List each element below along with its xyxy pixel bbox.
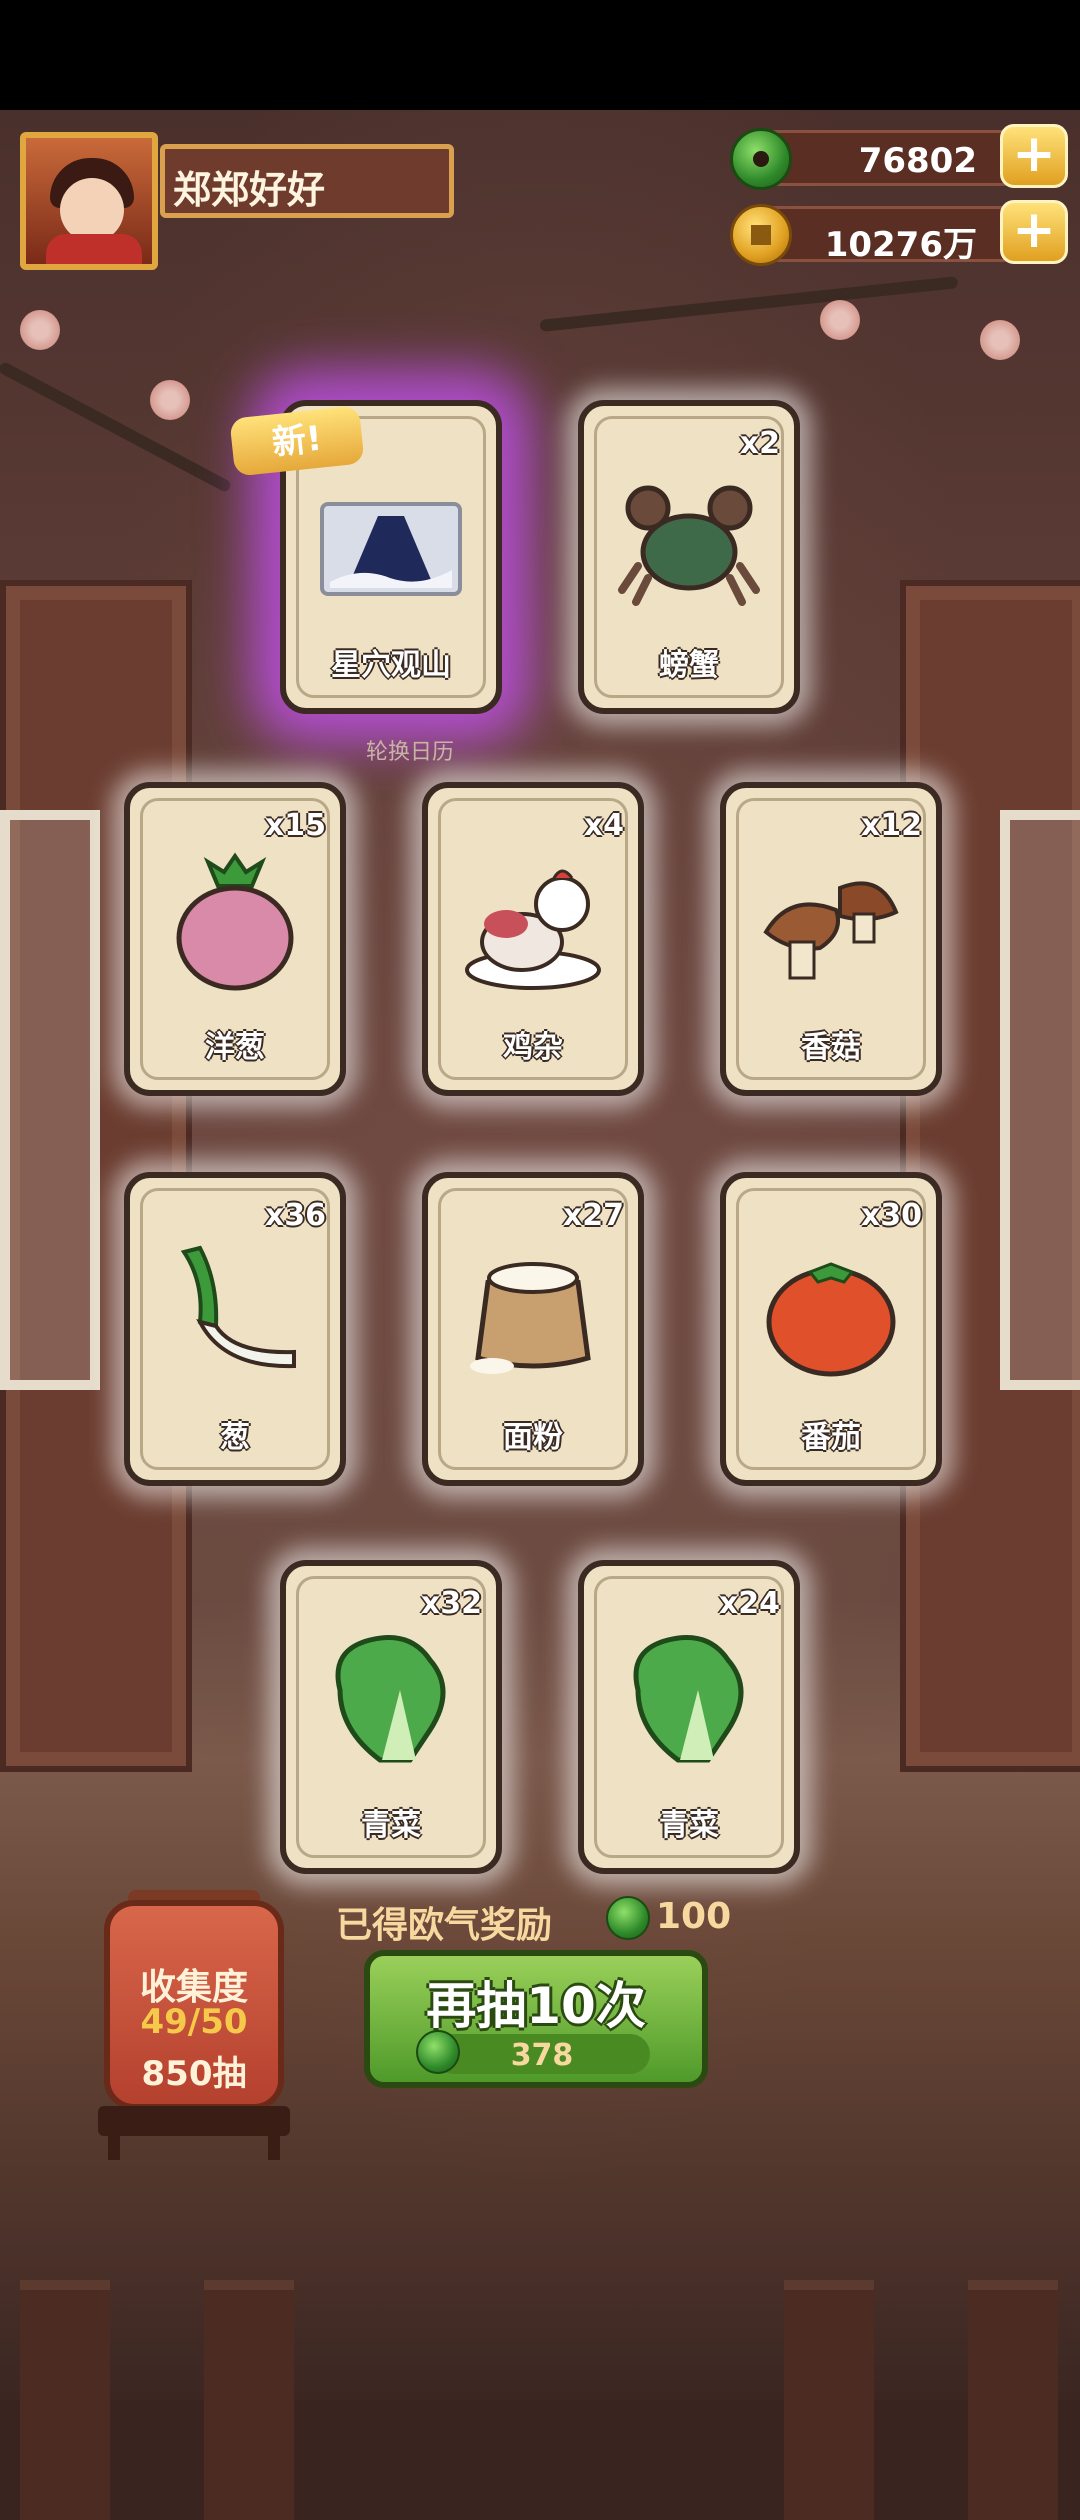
card-count: x12 — [860, 808, 922, 843]
rotation-calendar-caption: 轮换日历 — [365, 740, 454, 765]
card-label: 葱 — [220, 1420, 250, 1455]
lantern-leg — [268, 2136, 280, 2160]
status-bar — [0, 0, 1080, 110]
card-青菜-2[interactable]: x24 青菜 — [578, 1560, 800, 1874]
blossom — [980, 320, 1020, 360]
player-name-plate[interactable]: 郑郑好好 — [160, 144, 454, 218]
card-count: x30 — [860, 1198, 922, 1233]
onion-icon — [176, 852, 294, 991]
card-label: 星穴观山 — [331, 648, 451, 683]
card-count: x36 — [264, 1198, 326, 1233]
blossom-branch — [0, 360, 233, 494]
jade-coin-icon — [730, 128, 792, 190]
draw-button-label: 再抽10次 — [426, 1977, 646, 2035]
card-香菇[interactable]: x12 香菇 — [720, 782, 942, 1096]
avatar-body — [46, 234, 142, 264]
blossom — [150, 380, 190, 420]
draw-cost: 378 — [434, 2034, 650, 2074]
tomato-icon — [766, 1262, 896, 1377]
mountain-painting-icon — [320, 502, 462, 596]
card-label: 鸡杂 — [503, 1030, 563, 1065]
bok-choy-icon — [633, 1635, 744, 1763]
collection-draws: 850抽 — [141, 2054, 247, 2094]
reward-label: 已得欧气奖励 — [336, 1905, 553, 1946]
card-label: 番茄 — [801, 1420, 861, 1455]
jade-coin-icon — [416, 2030, 460, 2074]
card-面粉[interactable]: x27 面粉 — [422, 1172, 644, 1486]
card-count: x27 — [562, 1198, 624, 1233]
mushroom-icon — [763, 881, 899, 980]
railing-post — [20, 2280, 110, 2520]
lantern-leg — [108, 2136, 120, 2160]
draw-cost-value: 378 — [510, 2038, 574, 2073]
card-青菜-1[interactable]: x32 青菜 — [280, 1560, 502, 1874]
card-螃蟹[interactable]: x2 螃蟹 — [578, 400, 800, 714]
railing-post — [968, 2280, 1058, 2520]
jade-coin-icon — [606, 1896, 650, 1940]
card-label: 青菜 — [659, 1808, 719, 1843]
flour-sack-icon — [470, 1262, 591, 1374]
card-label: 洋葱 — [205, 1030, 265, 1065]
card-count: x15 — [264, 808, 326, 843]
reward-amount: 100 — [656, 1896, 732, 1937]
right-window-lattice — [1000, 810, 1080, 1390]
card-label: 青菜 — [361, 1808, 421, 1843]
left-window-lattice — [0, 810, 100, 1390]
card-番茄[interactable]: x30 番茄 — [720, 1172, 942, 1486]
crab-icon — [618, 485, 760, 606]
blossom-branch — [539, 276, 959, 332]
gold-coin-icon — [730, 204, 792, 266]
card-count: x4 — [583, 808, 624, 843]
gold-amount: 10276万 — [824, 225, 977, 265]
avatar-face — [60, 178, 124, 242]
card-洋葱[interactable]: x15 洋葱 — [124, 782, 346, 1096]
lantern-stand — [98, 2106, 290, 2136]
scallion-icon — [180, 1245, 296, 1369]
add-jade-button[interactable]: + — [1000, 124, 1068, 188]
draw-ten-button[interactable]: 再抽10次 378 — [364, 1950, 708, 2088]
blossom — [20, 310, 60, 350]
railing-post — [784, 2280, 874, 2520]
collection-progress: 49/50 — [140, 2002, 248, 2042]
card-label: 香菇 — [801, 1030, 861, 1065]
bok-choy-icon — [335, 1635, 446, 1763]
chicken-icon — [465, 869, 601, 990]
add-gold-button[interactable]: + — [1000, 200, 1068, 264]
card-count: x24 — [718, 1586, 780, 1621]
card-count: x2 — [739, 426, 780, 461]
blossom — [820, 300, 860, 340]
player-avatar[interactable] — [20, 132, 158, 270]
card-label: 面粉 — [503, 1420, 563, 1455]
player-name: 郑郑好好 — [173, 168, 326, 212]
card-label: 螃蟹 — [659, 648, 719, 683]
card-count: x32 — [420, 1586, 482, 1621]
railing-post — [204, 2280, 294, 2520]
collection-lantern-button[interactable]: 收集度 49/50 850抽 — [104, 1900, 284, 2110]
jade-amount: 76802 — [858, 141, 977, 181]
card-葱[interactable]: x36 葱 — [124, 1172, 346, 1486]
card-鸡杂[interactable]: x4 鸡杂 — [422, 782, 644, 1096]
